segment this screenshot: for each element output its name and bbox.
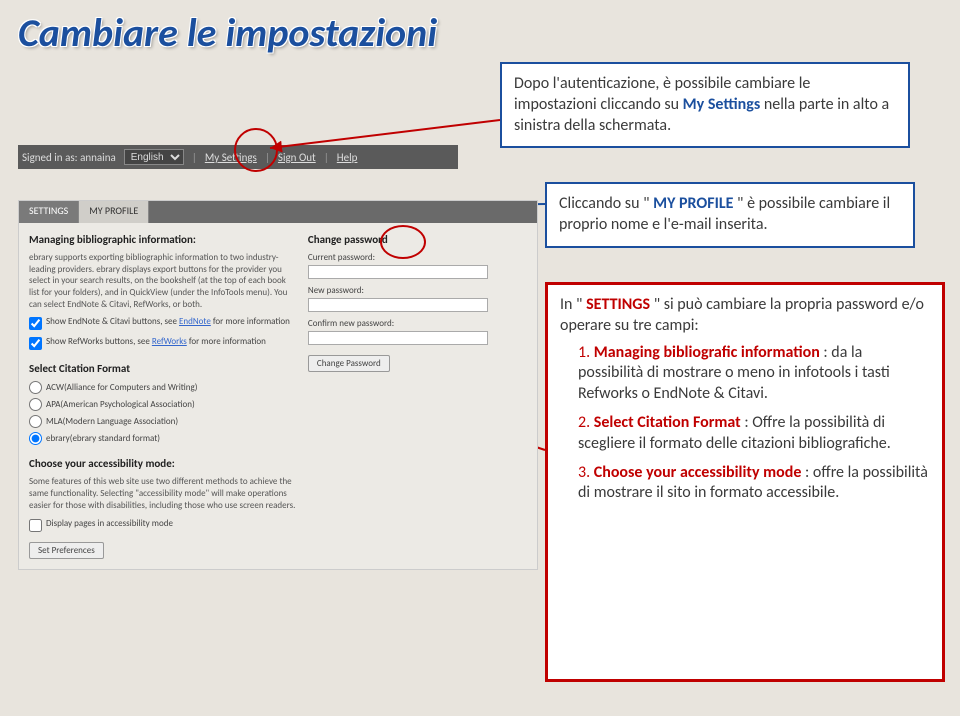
highlight-circle-change-password	[380, 225, 426, 259]
callout-settings: In " SETTINGS " si può cambiare la propr…	[545, 282, 945, 682]
refworks-link[interactable]: RefWorks	[152, 336, 187, 347]
list-number: 2.	[578, 413, 594, 432]
text-bold: MY PROFILE	[653, 194, 733, 213]
callout-myprofile: Cliccando su " MY PROFILE " è possibile …	[545, 182, 915, 248]
input-new-password[interactable]	[308, 298, 488, 312]
highlight-circle-mysettings	[234, 128, 278, 172]
checkbox-endnote[interactable]	[29, 317, 42, 330]
checkbox-accessibility[interactable]	[29, 519, 42, 532]
tab-my-profile[interactable]: MY PROFILE	[79, 201, 149, 223]
label-confirm-password: Confirm new password:	[308, 318, 527, 329]
checkbox-refworks[interactable]	[29, 337, 42, 350]
list-heading: Choose your accessibility mode	[594, 463, 802, 482]
label-new-password: New password:	[308, 285, 527, 296]
section-description: ebrary supports exporting bibliographic …	[29, 252, 298, 310]
radio-label: ACW(Alliance for Computers and Writing)	[46, 382, 198, 393]
input-current-password[interactable]	[308, 265, 488, 279]
section-description: Some features of this web site use two d…	[29, 476, 298, 511]
tabs-row: SETTINGS MY PROFILE	[19, 201, 537, 223]
radio-label: ebrary(ebrary standard format)	[46, 433, 160, 444]
sign-out-link[interactable]: Sign Out	[278, 151, 316, 164]
text-bold: My Settings	[683, 95, 764, 114]
help-link[interactable]: Help	[337, 151, 358, 164]
checkbox-label: Display pages in accessibility mode	[46, 518, 173, 529]
radio-label: MLA(Modern Language Association)	[46, 416, 178, 427]
signed-in-label: Signed in as: annaina	[22, 151, 116, 164]
radio-ebrary[interactable]	[29, 432, 42, 445]
list-heading: Managing bibliografic information	[594, 343, 820, 362]
radio-apa[interactable]	[29, 398, 42, 411]
radio-acw[interactable]	[29, 381, 42, 394]
slide-title: Cambiare le impostazioni	[18, 8, 437, 57]
checkbox-label: Show EndNote & Citavi buttons, see EndNo…	[46, 316, 290, 327]
input-confirm-password[interactable]	[308, 331, 488, 345]
callout-intro: Dopo l'autenticazione, è possibile cambi…	[500, 62, 910, 148]
section-heading-citation: Select Citation Format	[29, 362, 298, 375]
endnote-link[interactable]: EndNote	[179, 316, 211, 327]
list-number: 3.	[578, 463, 594, 482]
radio-mla[interactable]	[29, 415, 42, 428]
change-password-button[interactable]: Change Password	[308, 355, 390, 372]
separator: |	[192, 151, 197, 164]
text: In "	[560, 295, 582, 314]
section-heading-bibliographic: Managing bibliographic information:	[29, 233, 298, 246]
list-heading: Select Citation Format	[594, 413, 741, 432]
set-preferences-button[interactable]: Set Preferences	[29, 542, 104, 559]
checkbox-label: Show RefWorks buttons, see RefWorks for …	[46, 336, 266, 347]
text: Cliccando su "	[559, 194, 650, 213]
list-number: 1.	[578, 343, 594, 362]
radio-label: APA(American Psychological Association)	[46, 399, 195, 410]
text-bold: SETTINGS	[586, 295, 650, 314]
section-heading-accessibility: Choose your accessibility mode:	[29, 457, 298, 470]
settings-panel: SETTINGS MY PROFILE Managing bibliograph…	[18, 200, 538, 570]
separator: |	[324, 151, 329, 164]
tab-settings[interactable]: SETTINGS	[19, 201, 79, 223]
language-select[interactable]: English	[124, 149, 184, 165]
